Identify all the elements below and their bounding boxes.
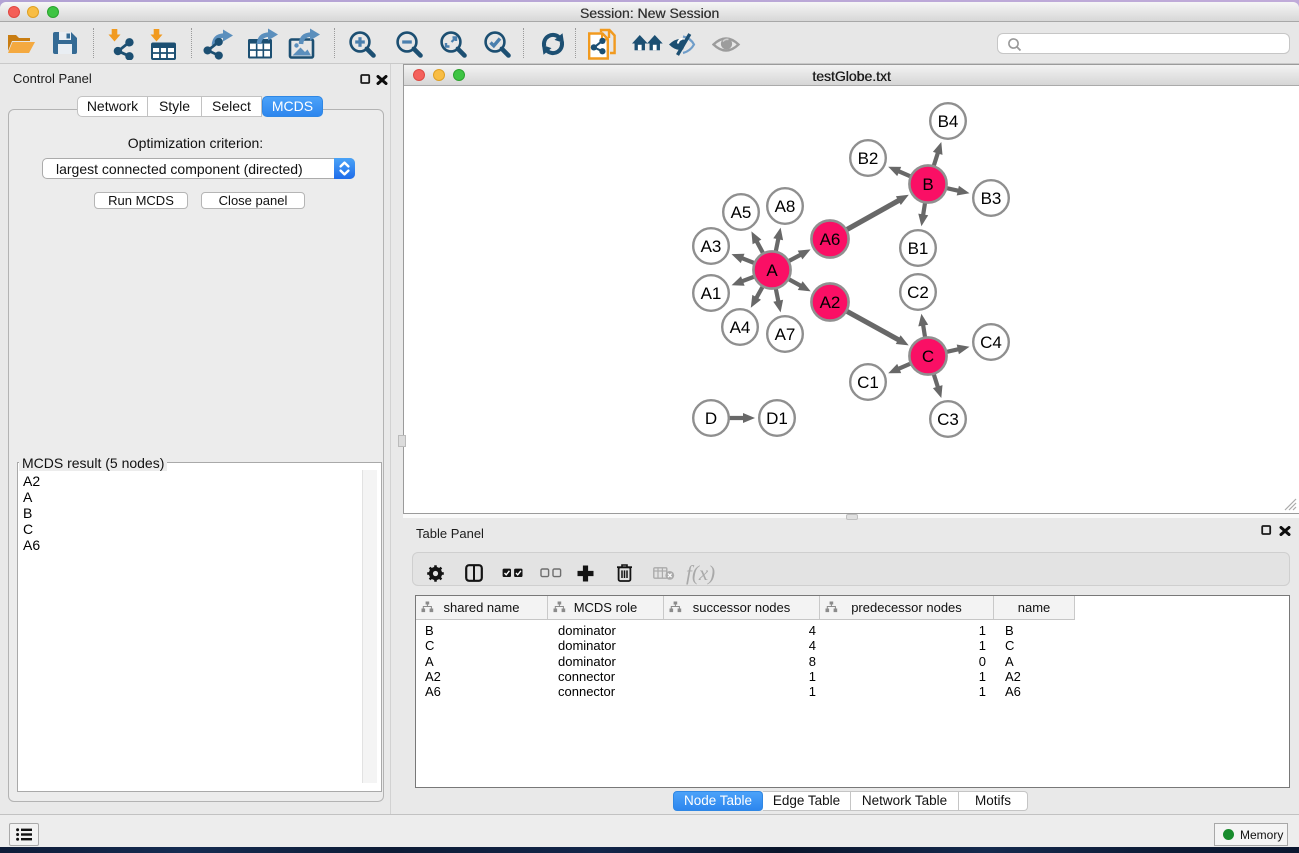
- svg-text:A: A: [766, 261, 778, 280]
- svg-text:A8: A8: [775, 197, 796, 216]
- svg-text:B4: B4: [938, 112, 959, 131]
- svg-text:B1: B1: [908, 239, 929, 258]
- svg-text:A7: A7: [775, 325, 796, 344]
- svg-text:A3: A3: [701, 237, 722, 256]
- svg-text:C1: C1: [857, 373, 879, 392]
- svg-text:B3: B3: [981, 189, 1002, 208]
- svg-text:A6: A6: [820, 230, 841, 249]
- svg-text:C4: C4: [980, 333, 1002, 352]
- svg-text:A5: A5: [731, 203, 752, 222]
- svg-text:A2: A2: [820, 293, 841, 312]
- svg-text:D1: D1: [766, 409, 788, 428]
- svg-text:C3: C3: [937, 410, 959, 429]
- svg-text:B: B: [922, 175, 933, 194]
- svg-text:C: C: [922, 347, 934, 366]
- svg-text:A4: A4: [730, 318, 751, 337]
- svg-text:C2: C2: [907, 283, 929, 302]
- svg-text:A1: A1: [701, 284, 722, 303]
- svg-text:D: D: [705, 409, 717, 428]
- svg-text:B2: B2: [858, 149, 879, 168]
